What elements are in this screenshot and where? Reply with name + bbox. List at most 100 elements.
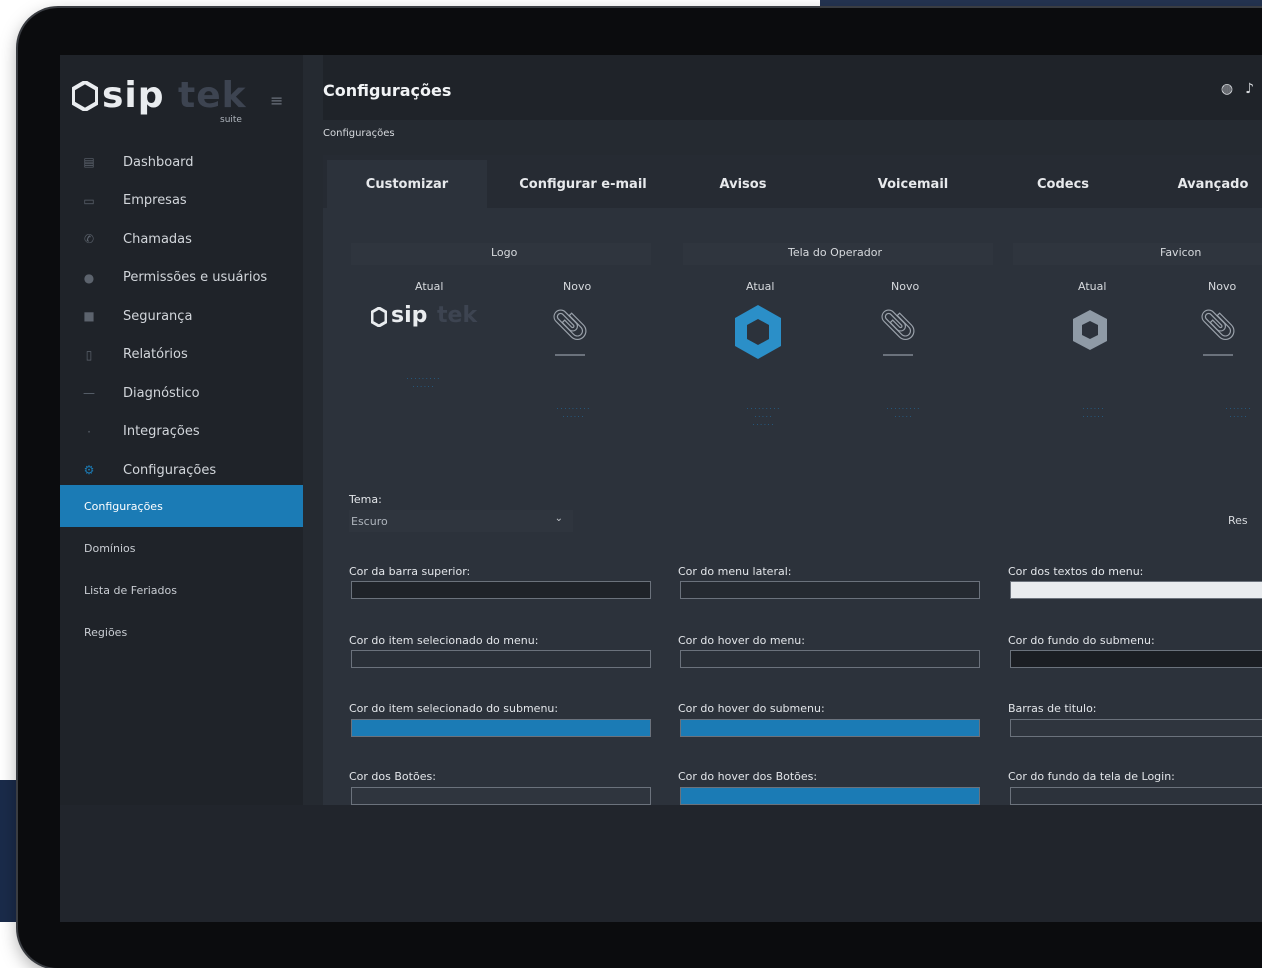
app-screen: sip tek suite ≡ ▤ Dashboard ▭ Empresas ✆… xyxy=(60,55,1262,922)
top-bar: Configurações ◍ ♪ xyxy=(323,55,1262,120)
hint-text: · · · · · · · · · · · · · · · · · · · · xyxy=(746,406,780,429)
paperclip-icon[interactable]: 📎︎ xyxy=(879,308,917,343)
brand-hexagon-icon xyxy=(72,81,98,111)
sidebar-item-integracoes[interactable]: · Integrações xyxy=(60,413,303,452)
tab-customizar[interactable]: Customizar xyxy=(327,160,487,208)
color-input-title-bars[interactable] xyxy=(1010,719,1262,737)
color-input-sidebar[interactable] xyxy=(680,581,980,599)
operator-new-label: Novo xyxy=(891,280,920,293)
theme-select[interactable]: Escuro ⌄ xyxy=(349,510,573,532)
sidebar-item-seguranca[interactable]: ■ Segurança xyxy=(60,297,303,336)
tab-codecs[interactable]: Codecs xyxy=(1003,160,1123,208)
submenu-item-configuracoes[interactable]: Configurações xyxy=(60,485,303,527)
paperclip-icon[interactable]: 📎︎ xyxy=(551,308,589,343)
submenu-item-dominios[interactable]: Domínios xyxy=(60,527,303,569)
upload-placeholder-line xyxy=(883,354,913,356)
favicon-hexagon-icon xyxy=(1073,310,1107,350)
color-input-buttons-hover[interactable] xyxy=(680,787,980,805)
page-title: Configurações xyxy=(323,81,452,100)
submenu-item-feriados[interactable]: Lista de Feriados xyxy=(60,569,303,611)
color-input-top-bar[interactable] xyxy=(351,581,651,599)
tab-configurar-email[interactable]: Configurar e-mail xyxy=(493,160,673,208)
color-input-menu-text[interactable] xyxy=(1010,581,1262,599)
sidebar: sip tek suite ≡ ▤ Dashboard ▭ Empresas ✆… xyxy=(60,55,303,922)
logo-new-label: Novo xyxy=(563,280,592,293)
reset-link-cut[interactable]: Res xyxy=(1228,514,1248,527)
field-label: Barras de titulo: xyxy=(1008,702,1097,715)
phone-icon: ✆ xyxy=(83,232,95,247)
favicon-new-label: Novo xyxy=(1208,280,1237,293)
favicon-current-label: Atual xyxy=(1078,280,1107,293)
sidebar-item-label: Chamadas xyxy=(123,231,192,247)
field-label: Cor do fundo da tela de Login: xyxy=(1008,770,1175,783)
sidebar-item-permissoes[interactable]: ● Permissões e usuários xyxy=(60,259,303,298)
field-label: Cor dos textos do menu: xyxy=(1008,565,1144,578)
hamburger-menu-icon[interactable]: ≡ xyxy=(270,91,283,110)
logo-current-label: Atual xyxy=(415,280,444,293)
sidebar-item-label: Diagnóstico xyxy=(123,385,200,401)
tab-voicemail[interactable]: Voicemail xyxy=(843,160,983,208)
current-logo-sip: sip xyxy=(391,303,428,328)
plug-icon: · xyxy=(87,424,91,439)
sidebar-item-configuracoes[interactable]: ⚙ Configurações xyxy=(60,451,303,490)
tab-avancado[interactable]: Avançado xyxy=(1153,160,1262,208)
globe-icon[interactable]: ◍ xyxy=(1221,81,1233,97)
hint-text: · · · · · · · · · · · · · · · xyxy=(406,376,440,391)
hint-text: · · · · · · · · · · · · · · · xyxy=(556,406,590,421)
gear-icon: ⚙ xyxy=(83,463,95,478)
color-input-submenu-bg[interactable] xyxy=(1010,650,1262,668)
field-label: Cor do item selecionado do menu: xyxy=(349,634,539,647)
field-label: Cor da barra superior: xyxy=(349,565,471,578)
breadcrumb[interactable]: Configurações xyxy=(323,128,395,139)
tab-avisos[interactable]: Avisos xyxy=(683,160,803,208)
color-input-menu-selected[interactable] xyxy=(351,650,651,668)
sidebar-item-diagnostico[interactable]: — Diagnóstico xyxy=(60,374,303,413)
brand-logo[interactable]: sip tek suite xyxy=(72,73,302,133)
report-icon: ▯ xyxy=(85,347,93,362)
pulse-icon: — xyxy=(83,386,95,401)
hint-text: · · · · · · · · · · · · xyxy=(1225,406,1251,421)
tab-bar: Customizar Configurar e-mail Avisos Voic… xyxy=(323,160,1262,208)
field-label: Cor do menu lateral: xyxy=(678,565,792,578)
paperclip-icon[interactable]: 📎︎ xyxy=(1199,308,1237,343)
section-bar-favicon xyxy=(1013,243,1262,265)
brand-tek: tek xyxy=(178,75,247,116)
sidebar-item-label: Empresas xyxy=(123,193,187,209)
field-label: Cor do hover dos Botões: xyxy=(678,770,818,783)
section-title-logo: Logo xyxy=(491,246,518,259)
current-logo-tek: tek xyxy=(437,303,478,328)
submenu-item-label: Regiões xyxy=(84,625,128,639)
user-icon: ● xyxy=(83,270,95,285)
theme-label: Tema: xyxy=(349,493,382,506)
color-input-buttons[interactable] xyxy=(351,787,651,805)
field-label: Cor do hover do submenu: xyxy=(678,702,825,715)
submenu-item-label: Configurações xyxy=(84,499,163,513)
hint-text: · · · · · · · · · · · · xyxy=(1082,406,1104,421)
current-logo-preview: sip tek xyxy=(371,303,501,333)
color-input-submenu-selected[interactable] xyxy=(351,719,651,737)
header-icons: ◍ ♪ xyxy=(1221,81,1254,97)
building-icon: ▭ xyxy=(83,193,95,208)
sidebar-item-dashboard[interactable]: ▤ Dashboard xyxy=(60,143,303,182)
sidebar-item-label: Permissões e usuários xyxy=(123,270,268,286)
color-input-submenu-hover[interactable] xyxy=(680,719,980,737)
color-input-menu-hover[interactable] xyxy=(680,650,980,668)
sidebar-menu: ▤ Dashboard ▭ Empresas ✆ Chamadas ● Perm… xyxy=(60,143,303,490)
sidebar-item-label: Relatórios xyxy=(123,347,188,363)
sidebar-item-chamadas[interactable]: ✆ Chamadas xyxy=(60,220,303,259)
upload-placeholder-line xyxy=(1203,354,1233,356)
chevron-down-icon: ⌄ xyxy=(554,513,563,524)
bell-icon[interactable]: ♪ xyxy=(1245,81,1254,97)
operator-hexagon-icon xyxy=(735,305,781,359)
sidebar-item-label: Segurança xyxy=(123,308,193,324)
sidebar-item-relatorios[interactable]: ▯ Relatórios xyxy=(60,336,303,375)
field-label: Cor do fundo do submenu: xyxy=(1008,634,1155,647)
color-input-login-bg[interactable] xyxy=(1010,787,1262,805)
sidebar-item-empresas[interactable]: ▭ Empresas xyxy=(60,182,303,221)
hint-text: · · · · · · · · · · · · · · xyxy=(886,406,920,421)
field-label: Cor do item selecionado do submenu: xyxy=(349,702,559,715)
sidebar-submenu: Configurações Domínios Lista de Feriados… xyxy=(60,485,303,653)
brand-sip: sip xyxy=(102,75,165,116)
submenu-item-regioes[interactable]: Regiões xyxy=(60,611,303,653)
lock-icon: ■ xyxy=(83,309,95,324)
